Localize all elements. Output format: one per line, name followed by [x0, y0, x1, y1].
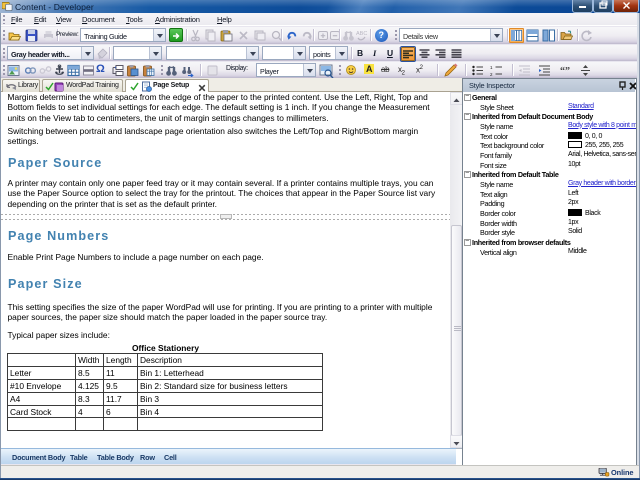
svg-text:2: 2: [490, 72, 493, 77]
svg-text:1: 1: [490, 65, 493, 70]
svg-text:ABC: ABC: [356, 31, 367, 37]
svg-text:”: ”: [565, 66, 570, 77]
